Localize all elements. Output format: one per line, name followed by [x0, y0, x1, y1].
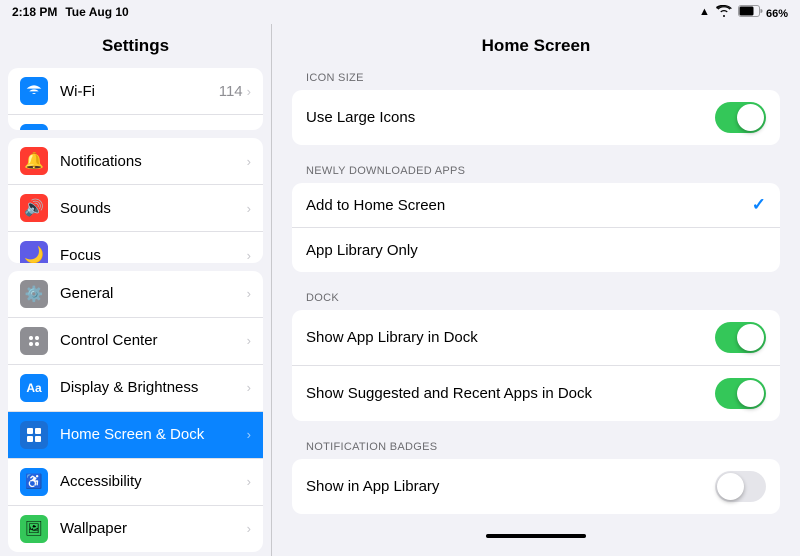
- wifi-icon: [716, 5, 732, 20]
- settings-row-app-library[interactable]: App Library Only: [292, 228, 780, 272]
- general-icon: ⚙️: [20, 280, 48, 308]
- display-icon: Aa: [20, 374, 48, 402]
- sidebar-item-focus[interactable]: 🌙 Focus ›: [8, 232, 263, 263]
- sounds-icon: 🔊: [20, 194, 48, 222]
- sidebar-notifications-label: Notifications: [60, 153, 247, 170]
- settings-group-badges: Show in App Library: [292, 459, 780, 514]
- show-recent-label: Show Suggested and Recent Apps in Dock: [306, 385, 715, 402]
- content-title: Home Screen: [292, 24, 780, 72]
- chevron-icon: ›: [247, 380, 251, 395]
- chevron-icon: ›: [247, 201, 251, 216]
- sidebar-homescreen-label: Home Screen & Dock: [60, 426, 247, 443]
- sidebar-bluetooth-label: Bluetooth: [60, 130, 223, 131]
- app-library-label: App Library Only: [306, 242, 766, 259]
- settings-row-add-home[interactable]: Add to Home Screen ✓: [292, 183, 780, 228]
- sidebar-section-connectivity: Wi-Fi 114 › Bluetooth On ›: [8, 68, 263, 130]
- sidebar-section-device: ⚙️ General › Control Center › Aa Display…: [8, 271, 263, 552]
- sidebar-title: Settings: [0, 24, 271, 64]
- wifi-icon: [20, 77, 48, 105]
- settings-section-icon-size: ICON SIZE Use Large Icons: [292, 72, 780, 145]
- sidebar-section-general-settings: 🔔 Notifications › 🔊 Sounds › 🌙 Focus › ⏱…: [8, 138, 263, 263]
- wallpaper-icon: 🖼: [20, 515, 48, 543]
- section-header-dock: DOCK: [292, 292, 780, 304]
- sidebar-sounds-label: Sounds: [60, 200, 247, 217]
- status-bar: 2:18 PM Tue Aug 10 ▲ 66%: [0, 0, 800, 24]
- bluetooth-icon: [20, 124, 48, 130]
- chevron-icon: ›: [247, 286, 251, 301]
- show-app-library-toggle[interactable]: [715, 322, 766, 353]
- scroll-indicator: [486, 534, 586, 538]
- accessibility-icon: ♿: [20, 468, 48, 496]
- settings-group-dock: Show App Library in Dock Show Suggested …: [292, 310, 780, 421]
- control-center-icon: [20, 327, 48, 355]
- settings-row-show-app-library[interactable]: Show App Library in Dock: [292, 310, 780, 366]
- sidebar-item-control-center[interactable]: Control Center ›: [8, 318, 263, 365]
- sidebar-item-sounds[interactable]: 🔊 Sounds ›: [8, 185, 263, 232]
- homescreen-icon: [20, 421, 48, 449]
- sidebar-item-homescreen[interactable]: Home Screen & Dock ›: [8, 412, 263, 459]
- chevron-icon: ›: [247, 521, 251, 536]
- add-home-label: Add to Home Screen: [306, 197, 752, 214]
- sidebar-accessibility-label: Accessibility: [60, 473, 247, 490]
- section-header-badges: NOTIFICATION BADGES: [292, 441, 780, 453]
- show-app-library-label: Show App Library in Dock: [306, 329, 715, 346]
- section-header-new-apps: NEWLY DOWNLOADED APPS: [292, 165, 780, 177]
- focus-icon: 🌙: [20, 241, 48, 263]
- toggle-knob: [737, 380, 764, 407]
- chevron-icon: ›: [247, 248, 251, 263]
- sidebar-item-notifications[interactable]: 🔔 Notifications ›: [8, 138, 263, 185]
- show-recent-toggle[interactable]: [715, 378, 766, 409]
- notifications-icon: 🔔: [20, 147, 48, 175]
- chevron-icon: ›: [247, 154, 251, 169]
- section-header-icon-size: ICON SIZE: [292, 72, 780, 84]
- show-library-label: Show in App Library: [306, 478, 715, 495]
- sidebar-item-display[interactable]: Aa Display & Brightness ›: [8, 365, 263, 412]
- sidebar-item-bluetooth[interactable]: Bluetooth On ›: [8, 115, 263, 130]
- settings-section-new-apps: NEWLY DOWNLOADED APPS Add to Home Screen…: [292, 165, 780, 272]
- sidebar-wifi-value: 114: [219, 83, 243, 100]
- toggle-knob: [737, 324, 764, 351]
- chevron-icon: ›: [247, 333, 251, 348]
- settings-row-show-library[interactable]: Show in App Library: [292, 459, 780, 514]
- settings-section-dock: DOCK Show App Library in Dock Show Sugge…: [292, 292, 780, 421]
- status-time: 2:18 PM: [12, 5, 57, 19]
- sidebar-wifi-label: Wi-Fi: [60, 83, 219, 100]
- signal-icon: ▲: [699, 6, 710, 18]
- sidebar-general-label: General: [60, 285, 247, 302]
- status-date: Tue Aug 10: [65, 5, 128, 19]
- sidebar-item-wifi[interactable]: Wi-Fi 114 ›: [8, 68, 263, 115]
- content-area: Home Screen ICON SIZE Use Large Icons NE…: [272, 24, 800, 556]
- sidebar: Settings Wi-Fi 114 › Bluetooth On ›: [0, 24, 272, 556]
- large-icons-label: Use Large Icons: [306, 109, 715, 126]
- sidebar-item-accessibility[interactable]: ♿ Accessibility ›: [8, 459, 263, 506]
- chevron-icon: ›: [247, 474, 251, 489]
- app-container: Settings Wi-Fi 114 › Bluetooth On ›: [0, 24, 800, 556]
- settings-section-badges: NOTIFICATION BADGES Show in App Library: [292, 441, 780, 514]
- settings-row-large-icons[interactable]: Use Large Icons: [292, 90, 780, 145]
- sidebar-control-label: Control Center: [60, 332, 247, 349]
- settings-group-new-apps: Add to Home Screen ✓ App Library Only: [292, 183, 780, 272]
- chevron-icon: ›: [247, 84, 251, 99]
- settings-row-show-recent[interactable]: Show Suggested and Recent Apps in Dock: [292, 366, 780, 421]
- toggle-knob: [717, 473, 744, 500]
- toggle-knob: [737, 104, 764, 131]
- sidebar-focus-label: Focus: [60, 247, 247, 263]
- battery-icon: 66%: [738, 5, 788, 20]
- sidebar-display-label: Display & Brightness: [60, 379, 247, 396]
- sidebar-item-general[interactable]: ⚙️ General ›: [8, 271, 263, 318]
- settings-group-icon-size: Use Large Icons: [292, 90, 780, 145]
- chevron-icon: ›: [247, 427, 251, 442]
- sidebar-wallpaper-label: Wallpaper: [60, 520, 247, 537]
- add-home-check: ✓: [752, 195, 766, 215]
- battery-percent: 66%: [766, 8, 788, 20]
- sidebar-item-wallpaper[interactable]: 🖼 Wallpaper ›: [8, 506, 263, 552]
- show-library-toggle[interactable]: [715, 471, 766, 502]
- sidebar-bluetooth-value: On: [223, 130, 243, 131]
- large-icons-toggle[interactable]: [715, 102, 766, 133]
